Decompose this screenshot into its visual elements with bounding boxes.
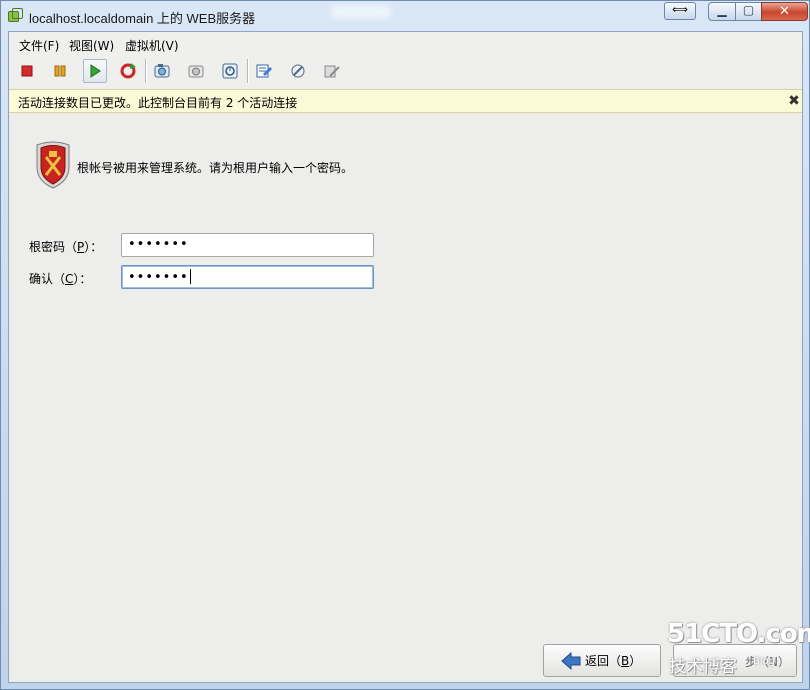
settings-icon bbox=[256, 64, 272, 78]
menu-vm[interactable]: 虚拟机(V) bbox=[125, 37, 179, 54]
watermark: 51CTO.com 技术博客 Blog bbox=[667, 619, 810, 677]
console-client-area: 文件(F) 视图(W) 虚拟机(V) 活动连接数目已更改。此控制台目前有 2 个… bbox=[8, 31, 803, 683]
snapshot-revert-button[interactable] bbox=[184, 59, 208, 83]
tools-icon bbox=[291, 64, 305, 78]
root-password-field[interactable]: ••••••• bbox=[121, 233, 374, 257]
title-glow bbox=[331, 5, 391, 19]
pause-icon bbox=[54, 65, 66, 77]
root-shield-icon bbox=[36, 141, 70, 189]
watermark-blog: 技术博客 bbox=[669, 657, 737, 677]
root-password-label: 根密码（P）： bbox=[29, 238, 102, 255]
maximize-button[interactable]: ▢ bbox=[735, 2, 762, 21]
root-password-label-suffix: ）： bbox=[84, 240, 103, 254]
back-label-prefix: 返回（ bbox=[585, 654, 622, 668]
close-icon: ✕ bbox=[779, 4, 790, 19]
manage-button[interactable] bbox=[320, 59, 344, 83]
vm-settings-button[interactable] bbox=[252, 59, 276, 83]
confirm-password-field[interactable]: ••••••• bbox=[121, 265, 374, 289]
watermark-sub: Blog bbox=[753, 656, 776, 667]
caption-buttons: ▁ ▢ ✕ bbox=[708, 2, 808, 21]
minimize-button[interactable]: ▁ bbox=[708, 2, 736, 21]
menu-bar: 文件(F) 视图(W) 虚拟机(V) bbox=[9, 32, 802, 54]
play-icon bbox=[90, 64, 101, 78]
text-caret bbox=[189, 269, 191, 284]
window-title: localhost.localdomain 上的 WEB服务器 bbox=[29, 11, 256, 26]
manage-icon bbox=[324, 65, 340, 78]
root-password-value: ••••••• bbox=[128, 237, 189, 252]
toolbar-separator bbox=[145, 59, 147, 83]
restart-icon bbox=[120, 63, 136, 79]
vmware-icon bbox=[8, 8, 23, 23]
snapshot-revert-icon bbox=[188, 65, 204, 78]
pause-button[interactable] bbox=[48, 59, 72, 83]
tools-button[interactable] bbox=[286, 59, 310, 83]
close-button[interactable]: ✕ bbox=[761, 2, 808, 21]
stop-icon bbox=[21, 65, 33, 77]
menu-file[interactable]: 文件(F) bbox=[19, 37, 59, 54]
fullscreen-button[interactable]: ⟺ bbox=[664, 2, 696, 20]
stop-button[interactable] bbox=[15, 59, 39, 83]
maximize-icon: ▢ bbox=[742, 3, 755, 17]
minimize-icon: ▁ bbox=[717, 3, 727, 17]
back-label-key: B bbox=[621, 654, 630, 668]
vm-console-window: localhost.localdomain 上的 WEB服务器 ⟺ ▁ ▢ ✕ … bbox=[0, 0, 810, 690]
fullscreen-icon: ⟺ bbox=[672, 3, 688, 16]
guest-screen[interactable]: 根帐号被用来管理系统。请为根用户输入一个密码。 根密码（P）： ••••••• … bbox=[9, 113, 802, 682]
root-password-label-prefix: 根密码（ bbox=[29, 240, 78, 254]
confirm-password-value: ••••••• bbox=[128, 270, 189, 285]
title-bar[interactable]: localhost.localdomain 上的 WEB服务器 ⟺ ▁ ▢ ✕ bbox=[1, 1, 809, 31]
toolbar bbox=[9, 54, 802, 88]
snapshot-manager-button[interactable] bbox=[218, 59, 242, 83]
confirm-password-label-suffix: ）： bbox=[73, 272, 92, 286]
toolbar-separator bbox=[247, 59, 249, 83]
watermark-site: 51CTO.com bbox=[667, 619, 810, 649]
confirm-password-label-prefix: 确认（ bbox=[29, 272, 66, 286]
snapshot-button[interactable] bbox=[150, 59, 174, 83]
back-button-label: 返回（B） bbox=[585, 652, 641, 669]
back-label-suffix: ） bbox=[629, 654, 642, 668]
info-bar-close-icon[interactable]: ✖ bbox=[786, 93, 802, 109]
restart-button[interactable] bbox=[116, 59, 140, 83]
power-on-button[interactable] bbox=[83, 59, 107, 83]
info-bar: 活动连接数目已更改。此控制台目前有 2 个活动连接 ✖ bbox=[9, 89, 802, 113]
back-button[interactable]: 返回（B） bbox=[543, 644, 661, 677]
snapshot-manager-icon bbox=[222, 63, 238, 79]
password-prompt: 根帐号被用来管理系统。请为根用户输入一个密码。 bbox=[77, 161, 354, 175]
snapshot-icon bbox=[154, 64, 170, 78]
menu-view[interactable]: 视图(W) bbox=[69, 37, 114, 54]
confirm-password-label: 确认（C）： bbox=[29, 270, 91, 287]
info-bar-message: 活动连接数目已更改。此控制台目前有 2 个活动连接 bbox=[18, 96, 298, 110]
back-arrow-icon bbox=[561, 651, 581, 670]
